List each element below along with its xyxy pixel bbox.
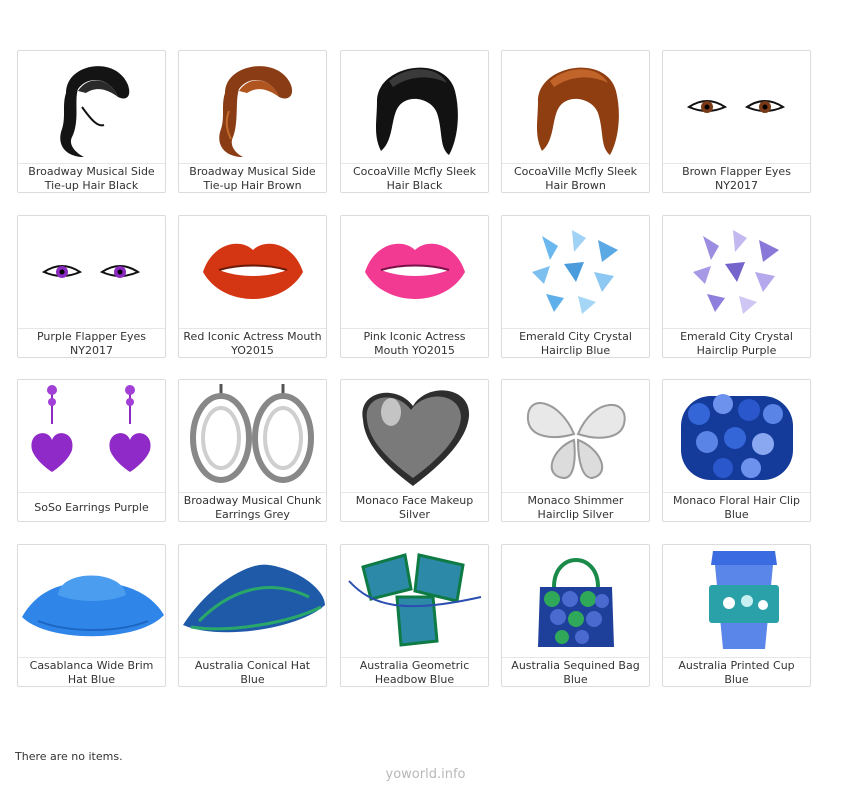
- item-name: Red Iconic Actress Mouth YO2015: [179, 328, 326, 358]
- item-card[interactable]: Emerald City Crystal Hairclip Purple: [662, 215, 811, 358]
- grey-chunk-earrings-icon: [179, 380, 326, 492]
- item-name: Emerald City Crystal Hairclip Blue: [502, 328, 649, 358]
- item-name: Broadway Musical Side Tie-up Hair Brown: [179, 163, 326, 193]
- item-name: Broadway Musical Chunk Earrings Grey: [179, 492, 326, 522]
- red-lips-icon: [179, 216, 326, 328]
- item-grid: Broadway Musical Side Tie-up Hair Black …: [0, 0, 851, 700]
- item-card[interactable]: CocoaVille Mcfly Sleek Hair Brown: [501, 50, 650, 193]
- brown-side-hair-icon: [179, 51, 326, 163]
- item-card[interactable]: Australia Conical Hat Blue: [178, 544, 327, 687]
- blue-conical-hat-icon: [179, 545, 326, 657]
- item-name: Australia Conical Hat Blue: [179, 657, 326, 687]
- item-card[interactable]: Australia Printed Cup Blue: [662, 544, 811, 687]
- brown-eyes-icon: [663, 51, 810, 163]
- item-name: Australia Printed Cup Blue: [663, 657, 810, 687]
- item-card[interactable]: Australia Sequined Bag Blue: [501, 544, 650, 687]
- item-card[interactable]: CocoaVille Mcfly Sleek Hair Black: [340, 50, 489, 193]
- footer-brand[interactable]: yoworld.info: [0, 767, 851, 782]
- silver-heart-makeup-icon: [341, 380, 488, 492]
- item-name: SoSo Earrings Purple: [18, 492, 165, 522]
- blue-printed-cup-icon: [663, 545, 810, 657]
- blue-geometric-headbow-icon: [341, 545, 488, 657]
- silver-butterfly-hairclip-icon: [502, 380, 649, 492]
- item-card[interactable]: Broadway Musical Side Tie-up Hair Black: [17, 50, 166, 193]
- brown-sleek-hair-icon: [502, 51, 649, 163]
- black-side-hair-icon: [18, 51, 165, 163]
- item-card[interactable]: Australia Geometric Headbow Blue: [340, 544, 489, 687]
- item-card[interactable]: Pink Iconic Actress Mouth YO2015: [340, 215, 489, 358]
- blue-sequined-bag-icon: [502, 545, 649, 657]
- item-card[interactable]: Broadway Musical Side Tie-up Hair Brown: [178, 50, 327, 193]
- item-card[interactable]: Monaco Shimmer Hairclip Silver: [501, 379, 650, 522]
- item-name: Australia Sequined Bag Blue: [502, 657, 649, 687]
- purple-heart-earrings-icon: [18, 380, 165, 492]
- item-name: CocoaVille Mcfly Sleek Hair Brown: [502, 163, 649, 193]
- item-name: Pink Iconic Actress Mouth YO2015: [341, 328, 488, 358]
- black-sleek-hair-icon: [341, 51, 488, 163]
- item-card[interactable]: Monaco Floral Hair Clip Blue: [662, 379, 811, 522]
- blue-floral-hairclip-icon: [663, 380, 810, 492]
- item-card[interactable]: Emerald City Crystal Hairclip Blue: [501, 215, 650, 358]
- item-card[interactable]: Casablanca Wide Brim Hat Blue: [17, 544, 166, 687]
- purple-crystal-hairclip-icon: [663, 216, 810, 328]
- item-card[interactable]: Monaco Face Makeup Silver: [340, 379, 489, 522]
- item-card[interactable]: Purple Flapper Eyes NY2017: [17, 215, 166, 358]
- blue-crystal-hairclip-icon: [502, 216, 649, 328]
- empty-message: There are no items.: [15, 750, 123, 763]
- item-name: CocoaVille Mcfly Sleek Hair Black: [341, 163, 488, 193]
- item-name: Casablanca Wide Brim Hat Blue: [18, 657, 165, 687]
- blue-wide-brim-hat-icon: [18, 545, 165, 657]
- item-card[interactable]: Brown Flapper Eyes NY2017: [662, 50, 811, 193]
- item-card[interactable]: SoSo Earrings Purple: [17, 379, 166, 522]
- item-name: Monaco Shimmer Hairclip Silver: [502, 492, 649, 522]
- item-name: Monaco Face Makeup Silver: [341, 492, 488, 522]
- item-name: Brown Flapper Eyes NY2017: [663, 163, 810, 193]
- item-name: Australia Geometric Headbow Blue: [341, 657, 488, 687]
- pink-lips-icon: [341, 216, 488, 328]
- item-card[interactable]: Red Iconic Actress Mouth YO2015: [178, 215, 327, 358]
- item-name: Emerald City Crystal Hairclip Purple: [663, 328, 810, 358]
- item-name: Broadway Musical Side Tie-up Hair Black: [18, 163, 165, 193]
- purple-eyes-icon: [18, 216, 165, 328]
- item-name: Purple Flapper Eyes NY2017: [18, 328, 165, 358]
- item-card[interactable]: Broadway Musical Chunk Earrings Grey: [178, 379, 327, 522]
- item-name: Monaco Floral Hair Clip Blue: [663, 492, 810, 522]
